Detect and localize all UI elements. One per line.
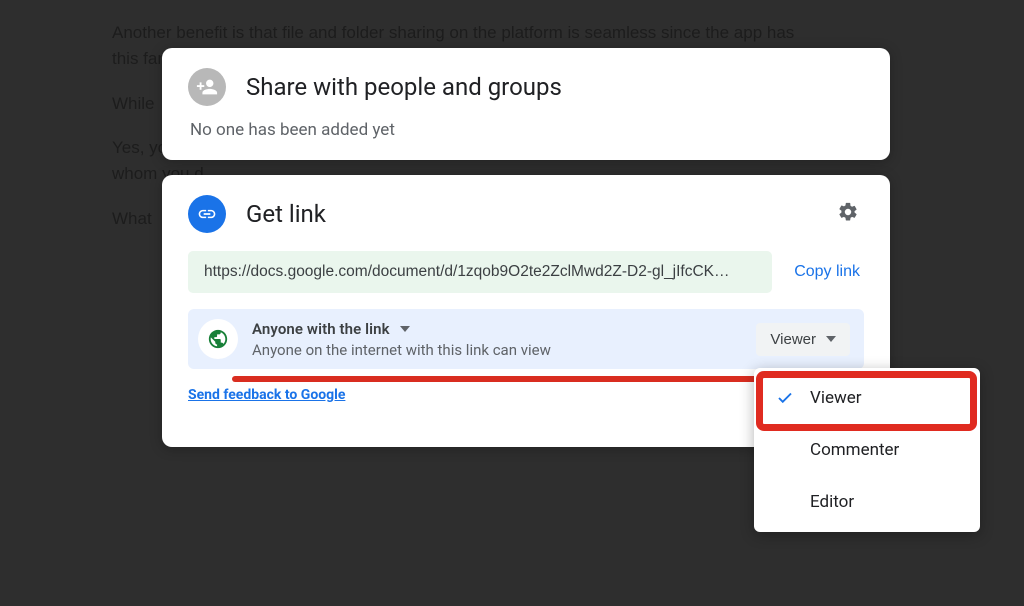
link-settings-button[interactable] <box>832 197 864 229</box>
chevron-down-icon <box>826 336 836 342</box>
role-label: Viewer <box>770 331 816 348</box>
copy-link-button[interactable]: Copy link <box>790 255 864 289</box>
check-icon <box>776 388 794 408</box>
url-row: https://docs.google.com/document/d/1zqob… <box>188 251 864 293</box>
role-option-label: Commenter <box>810 440 899 460</box>
role-dropdown-button[interactable]: Viewer <box>756 323 850 356</box>
link-header: Get link <box>188 195 864 233</box>
share-header: Share with people and groups <box>188 68 864 106</box>
access-scope-dropdown[interactable]: Anyone with the link <box>252 320 756 338</box>
role-dropdown-menu: Viewer Commenter Editor <box>754 368 980 532</box>
role-option-label: Editor <box>810 492 854 512</box>
share-subtitle: No one has been added yet <box>190 120 864 140</box>
role-option-commenter[interactable]: Commenter <box>754 424 980 476</box>
link-icon <box>188 195 226 233</box>
role-option-label: Viewer <box>810 388 862 408</box>
share-title: Share with people and groups <box>246 73 562 101</box>
link-access-row: Anyone with the link Anyone on the inter… <box>188 309 864 369</box>
chevron-down-icon <box>400 326 410 332</box>
send-feedback-link[interactable]: Send feedback to Google <box>188 387 345 403</box>
share-url-field[interactable]: https://docs.google.com/document/d/1zqob… <box>188 251 772 293</box>
get-link-title: Get link <box>246 200 326 228</box>
share-people-card: Share with people and groups No one has … <box>162 48 890 160</box>
access-info: Anyone with the link Anyone on the inter… <box>252 320 756 359</box>
globe-icon <box>198 319 238 359</box>
role-option-viewer[interactable]: Viewer <box>754 372 980 424</box>
access-description: Anyone on the internet with this link ca… <box>252 341 756 359</box>
access-scope-label: Anyone with the link <box>252 320 390 338</box>
gear-icon <box>837 201 859 226</box>
person-add-icon <box>188 68 226 106</box>
role-option-editor[interactable]: Editor <box>754 476 980 528</box>
